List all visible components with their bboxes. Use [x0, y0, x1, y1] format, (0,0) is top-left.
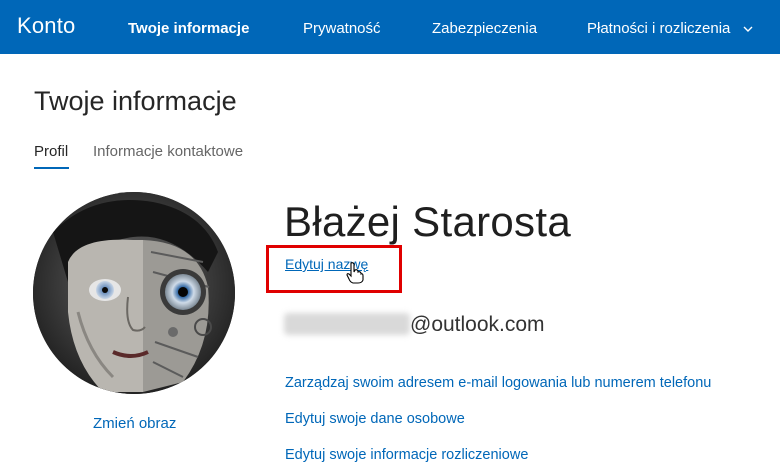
top-navigation-bar: Konto Twoje informacje Prywatność Zabezp…: [0, 0, 780, 54]
email-domain: @outlook.com: [410, 313, 545, 336]
edit-personal-info-link[interactable]: Edytuj swoje dane osobowe: [285, 411, 465, 427]
nav-tab-payments-label: Płatności i rozliczenia: [587, 20, 731, 37]
change-photo-link[interactable]: Zmień obraz: [93, 415, 176, 432]
tab-profile[interactable]: Profil: [34, 143, 68, 160]
hand-pointer-cursor-icon: [346, 262, 364, 284]
nav-tab-security[interactable]: Zabezpieczenia: [432, 20, 537, 37]
brand-title[interactable]: Konto: [17, 13, 76, 39]
tab-contact-info[interactable]: Informacje kontaktowe: [93, 143, 243, 160]
avatar-portrait-image: [33, 192, 235, 394]
nav-tab-your-info[interactable]: Twoje informacje: [128, 20, 249, 37]
chevron-down-icon: [743, 26, 753, 33]
nav-tab-payments[interactable]: Płatności i rozliczenia: [587, 20, 753, 37]
email-username-blurred: [284, 313, 410, 335]
profile-full-name: Błażej Starosta: [284, 198, 571, 245]
edit-billing-info-link[interactable]: Edytuj swoje informacje rozliczeniowe: [285, 447, 528, 463]
manage-sign-in-email-link[interactable]: Zarządzaj swoim adresem e-mail logowania…: [285, 375, 711, 391]
avatar[interactable]: [33, 192, 235, 394]
page-title: Twoje informacje: [34, 86, 237, 116]
active-tab-indicator: [34, 167, 69, 169]
nav-tab-privacy[interactable]: Prywatność: [303, 20, 381, 37]
